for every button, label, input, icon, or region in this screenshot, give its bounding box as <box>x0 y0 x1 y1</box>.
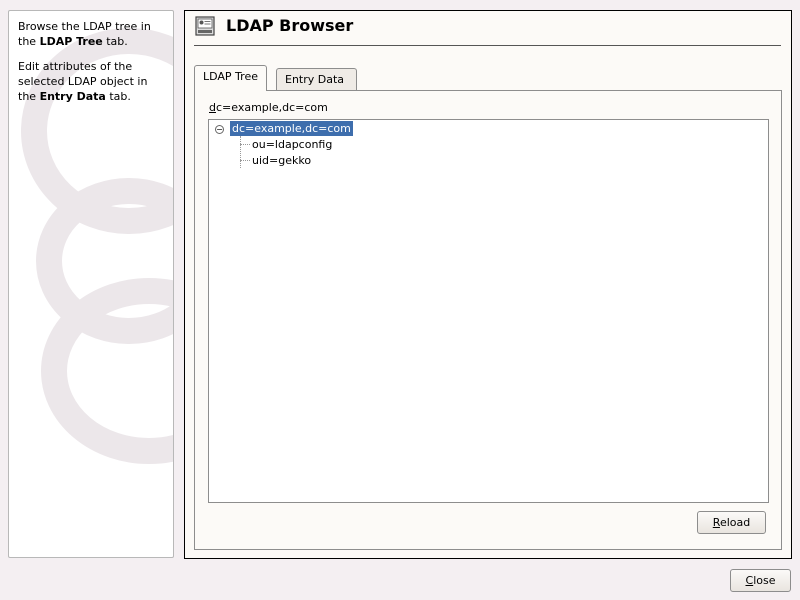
title-divider <box>194 45 781 46</box>
page-title: LDAP Browser <box>226 16 354 35</box>
help-text: Browse the LDAP tree in the LDAP Tree ta… <box>18 19 168 114</box>
help-pane: Browse the LDAP tree in the LDAP Tree ta… <box>8 10 174 558</box>
help-paragraph-entry: Edit attributes of the selected LDAP obj… <box>18 59 168 104</box>
reload-mnemonic: R <box>712 516 720 529</box>
help-bold-ldap-tree: LDAP Tree <box>39 35 103 48</box>
help-text-segment: tab. <box>105 90 131 103</box>
reload-label: eload <box>719 516 751 529</box>
help-text-segment: tab. <box>102 35 128 48</box>
tab-ldap-tree[interactable]: LDAP Tree <box>194 65 267 91</box>
tree-connector <box>240 136 241 168</box>
close-label: lose <box>753 574 776 587</box>
tree-node-ldapconfig[interactable]: ou=ldapconfig <box>252 137 332 152</box>
close-button[interactable]: Close <box>730 569 791 592</box>
collapse-icon[interactable]: − <box>215 125 224 134</box>
current-dn-label: dc=example,dc=com <box>209 101 328 115</box>
dn-text: c=example,dc=com <box>215 101 328 114</box>
help-paragraph-tree: Browse the LDAP tree in the LDAP Tree ta… <box>18 19 168 49</box>
reload-button[interactable]: Reload <box>697 511 766 534</box>
help-bold-entry-data: Entry Data <box>39 90 106 103</box>
dn-mnemonic: d <box>209 101 216 114</box>
tree-connector <box>240 144 250 145</box>
tab-entry-data[interactable]: Entry Data <box>276 68 357 90</box>
tree-connector <box>240 160 250 161</box>
tree-node-gekko[interactable]: uid=gekko <box>252 153 311 168</box>
main-pane: LDAP Browser LDAP Tree Entry Data dc=exa… <box>184 10 792 559</box>
ldap-tree-panel: dc=example,dc=com − dc=example,dc=com ou… <box>194 90 782 550</box>
tree-root-node[interactable]: dc=example,dc=com <box>230 121 353 136</box>
ldap-browser-icon <box>195 16 215 36</box>
ldap-tree-view[interactable]: − dc=example,dc=com ou=ldapconfig uid=ge… <box>208 119 769 503</box>
